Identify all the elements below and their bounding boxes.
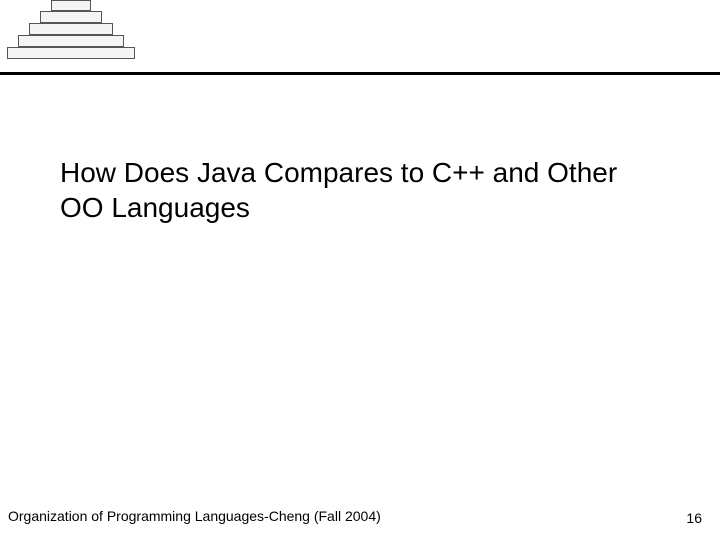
slide-header [0, 0, 720, 76]
pyramid-layer-2 [40, 11, 102, 23]
slide: How Does Java Compares to C++ and Other … [0, 0, 720, 540]
page-number: 16 [686, 510, 702, 526]
slide-title: How Does Java Compares to C++ and Other … [60, 155, 660, 225]
header-rule [0, 72, 720, 75]
pyramid-layer-5 [7, 47, 135, 59]
pyramid-icon [6, 0, 136, 70]
pyramid-layer-3 [29, 23, 113, 35]
footer-text: Organization of Programming Languages-Ch… [8, 508, 381, 524]
pyramid-layer-4 [18, 35, 124, 47]
pyramid-layer-1 [51, 0, 91, 11]
